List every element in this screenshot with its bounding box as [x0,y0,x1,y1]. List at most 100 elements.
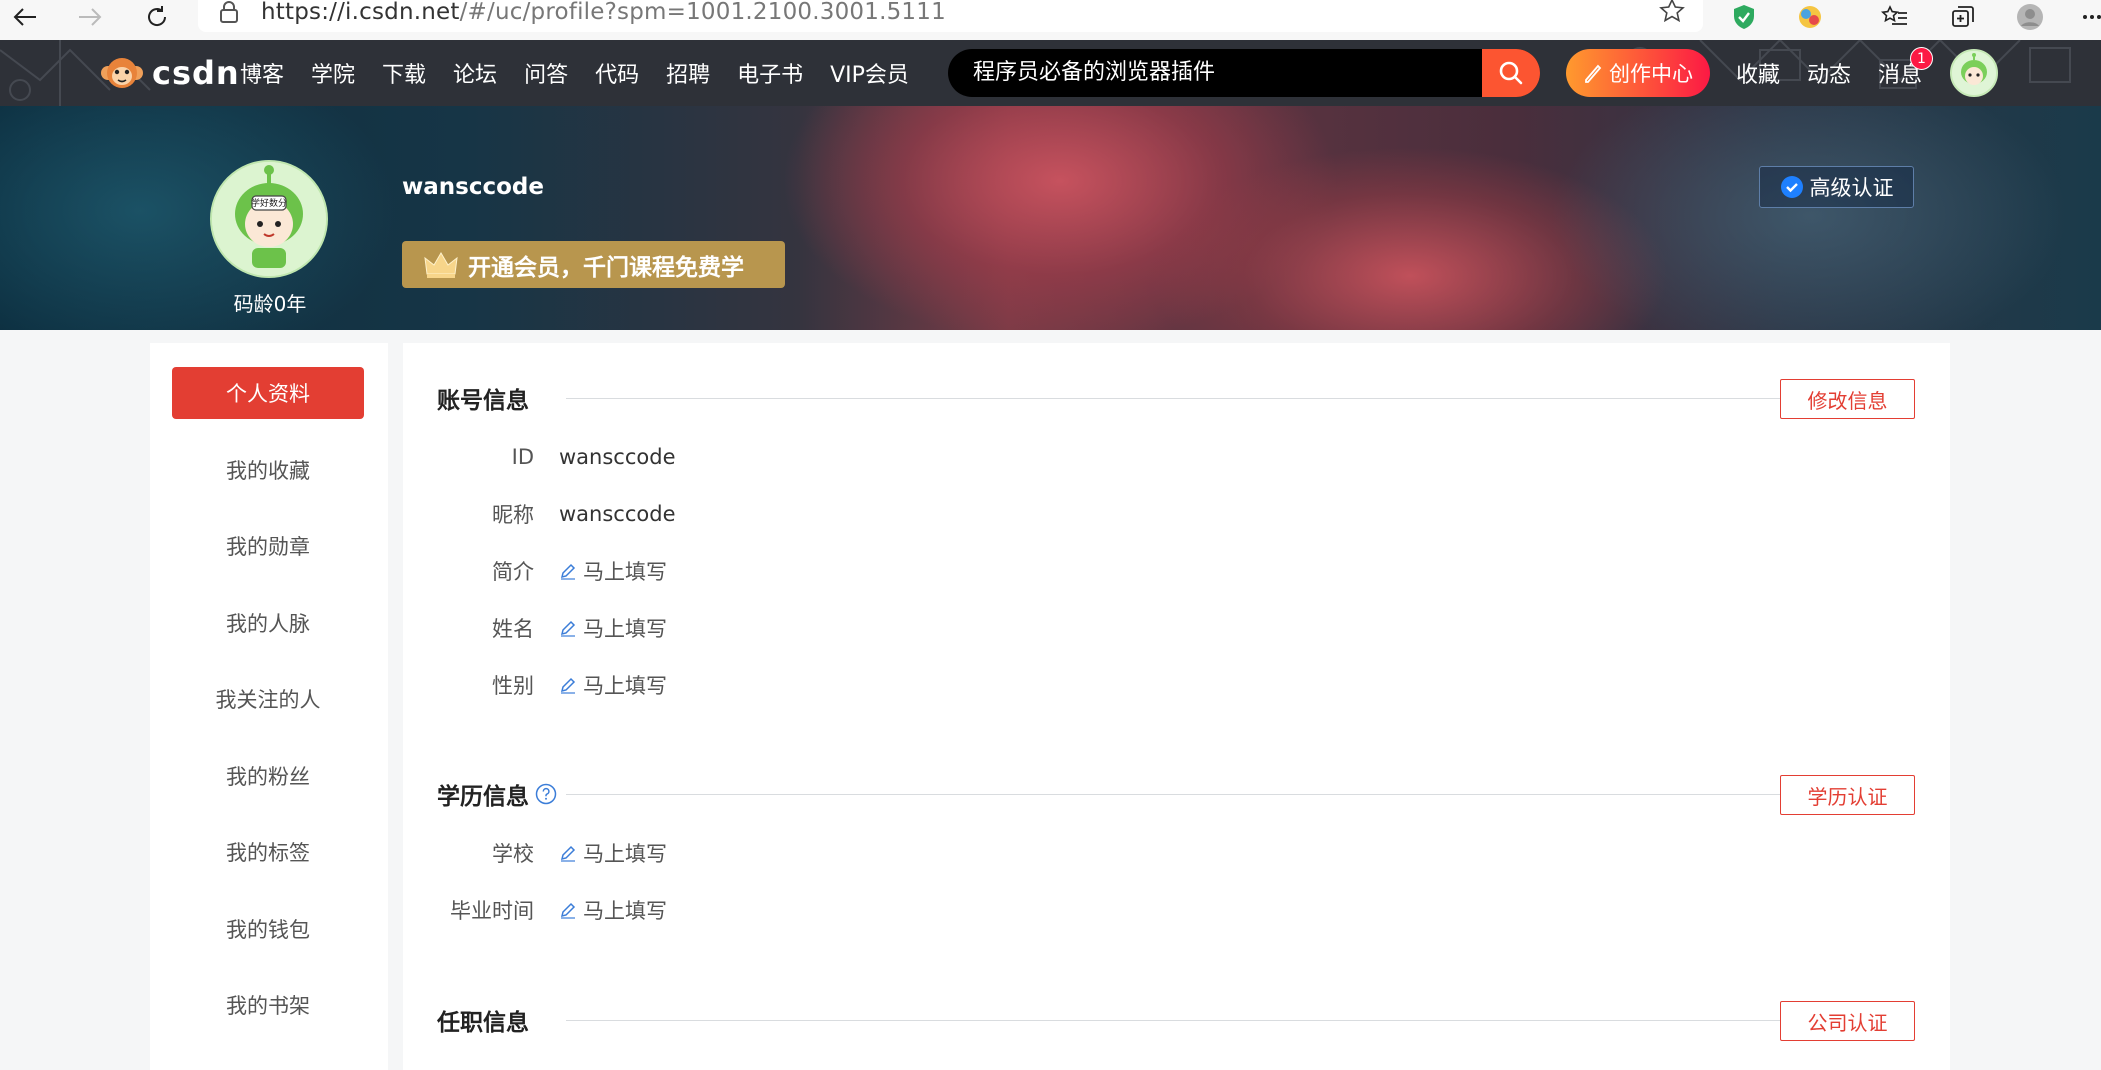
fill-in-label: 马上填写 [583,560,667,584]
sidebar-item-profile[interactable]: 个人资料 [172,367,364,419]
edit-info-button[interactable]: 修改信息 [1780,379,1915,419]
edit-pencil-icon [560,902,576,919]
field-label: 简介 [492,560,534,584]
fill-in-label: 马上填写 [583,899,667,923]
field-row-gender: 性别 马上填写 [403,670,667,700]
field-row-bio: 简介 马上填写 [403,556,667,586]
help-icon[interactable] [535,783,557,805]
create-center-label: 创作中心 [1609,62,1693,86]
fill-in-link[interactable]: 马上填写 [559,613,667,643]
fill-in-label: 马上填写 [583,842,667,866]
nav-user-avatar[interactable] [1950,49,1998,97]
nav-item-ebook[interactable]: 电子书 [737,57,803,89]
vip-promo-button[interactable]: 开通会员，千门课程免费学 [402,241,785,288]
code-age: 码龄0年 [233,292,307,316]
edit-pencil-icon [560,677,576,694]
field-value: wansccode [559,445,676,469]
more-icon[interactable] [2075,2,2101,32]
refresh-icon[interactable] [140,2,174,32]
company-cert-button[interactable]: 公司认证 [1780,1001,1915,1041]
sidebar-item-favorites[interactable]: 我的收藏 [172,444,364,496]
shield-extension-icon[interactable] [1727,2,1761,32]
fill-in-link[interactable]: 马上填写 [559,556,667,586]
main-nav: 博客 学院 下载 论坛 问答 代码 招聘 电子书 VIP会员 [240,40,936,106]
csdn-logo[interactable]: csdn [100,54,240,92]
section-divider [566,794,1780,795]
message-count-badge: 1 [1910,47,1933,70]
lock-icon [220,1,238,23]
url-host: https://i.csdn.net [261,0,460,25]
profile-icon[interactable] [2013,2,2047,32]
field-label: ID [511,445,534,469]
field-row-nickname: 昵称 wansccode [403,499,675,529]
sidebar-item-tags[interactable]: 我的标签 [172,826,364,878]
fill-in-link[interactable]: 马上填写 [559,838,667,868]
nav-item-academy[interactable]: 学院 [311,57,355,89]
section-divider [566,398,1780,399]
field-label: 姓名 [492,617,534,641]
sidebar-item-bookshelf[interactable]: 我的书架 [172,979,364,1031]
favorites-icon[interactable] [1878,2,1912,32]
fill-in-link[interactable]: 马上填写 [559,895,667,925]
star-icon[interactable] [1659,0,1685,24]
create-center-button[interactable]: 创作中心 [1566,49,1710,97]
colorful-extension-icon[interactable] [1793,2,1827,32]
field-row-school: 学校 马上填写 [403,838,667,868]
nav-item-blog[interactable]: 博客 [240,57,284,89]
nav-item-jobs[interactable]: 招聘 [666,57,710,89]
forward-icon[interactable] [73,2,107,32]
sidebar-item-wallet[interactable]: 我的钱包 [172,903,364,955]
nav-item-code[interactable]: 代码 [595,57,639,89]
field-label: 学校 [492,842,534,866]
nav-item-feed[interactable]: 动态 [1807,57,1851,89]
vip-promo-label: 开通会员，千门课程免费学 [468,254,744,281]
education-cert-button[interactable]: 学历认证 [1780,775,1915,815]
sidebar: 个人资料 我的收藏 我的勋章 我的人脉 我关注的人 我的粉丝 我的标签 我的钱包… [150,343,388,1070]
nav-item-qa[interactable]: 问答 [524,57,568,89]
advanced-cert-button[interactable]: 高级认证 [1759,166,1914,208]
avatar-character-icon [1952,51,1996,95]
nav-item-favorites[interactable]: 收藏 [1736,57,1780,89]
profile-avatar[interactable]: 学好数分 [210,160,328,278]
pen-icon [1585,64,1602,83]
field-label: 昵称 [492,503,534,527]
field-row-id: ID wansccode [403,442,676,472]
browser-toolbar: https://i.csdn.net/#/uc/profile?spm=1001… [0,0,2101,40]
employment-section-title: 任职信息 [437,1010,529,1036]
field-label: 性别 [492,674,534,698]
field-value: wansccode [559,502,676,526]
edit-pencil-icon [560,563,576,580]
verified-icon [1780,176,1803,198]
collections-icon[interactable] [1946,2,1980,32]
section-divider [566,1020,1780,1021]
sidebar-item-connections[interactable]: 我的人脉 [172,597,364,649]
account-section-title: 账号信息 [437,388,529,414]
sidebar-item-followers[interactable]: 我的粉丝 [172,750,364,802]
profile-content: 账号信息 修改信息 ID wansccode 昵称 wansccode 简介 马… [403,343,1950,1070]
avatar-caption: 学好数分 [251,197,287,209]
advanced-cert-label: 高级认证 [1809,176,1894,200]
sidebar-item-following[interactable]: 我关注的人 [172,673,364,725]
field-row-graduation: 毕业时间 马上填写 [403,895,667,925]
edit-pencil-icon [560,845,576,862]
field-row-name: 姓名 马上填写 [403,613,667,643]
search-icon [1499,61,1523,85]
avatar-character-icon: 学好数分 [212,162,326,276]
monkey-logo-icon [101,58,143,88]
url-text: https://i.csdn.net/#/uc/profile?spm=1001… [261,0,946,25]
field-label: 毕业时间 [450,899,534,923]
search-button[interactable] [1482,49,1540,97]
fill-in-link[interactable]: 马上填写 [559,670,667,700]
nav-item-vip[interactable]: VIP会员 [830,57,909,89]
url-path: /#/uc/profile?spm=1001.2100.3001.5111 [459,0,946,25]
nav-item-download[interactable]: 下载 [382,57,426,89]
back-icon[interactable] [8,2,42,32]
nav-item-forum[interactable]: 论坛 [453,57,497,89]
fill-in-label: 马上填写 [583,674,667,698]
fill-in-label: 马上填写 [583,617,667,641]
sidebar-item-medals[interactable]: 我的勋章 [172,520,364,572]
address-bar[interactable]: https://i.csdn.net/#/uc/profile?spm=1001… [198,0,1703,32]
education-title-text: 学历信息 [437,784,529,810]
search-box[interactable]: 程序员必备的浏览器插件 [948,49,1540,97]
search-input[interactable]: 程序员必备的浏览器插件 [973,49,1215,97]
